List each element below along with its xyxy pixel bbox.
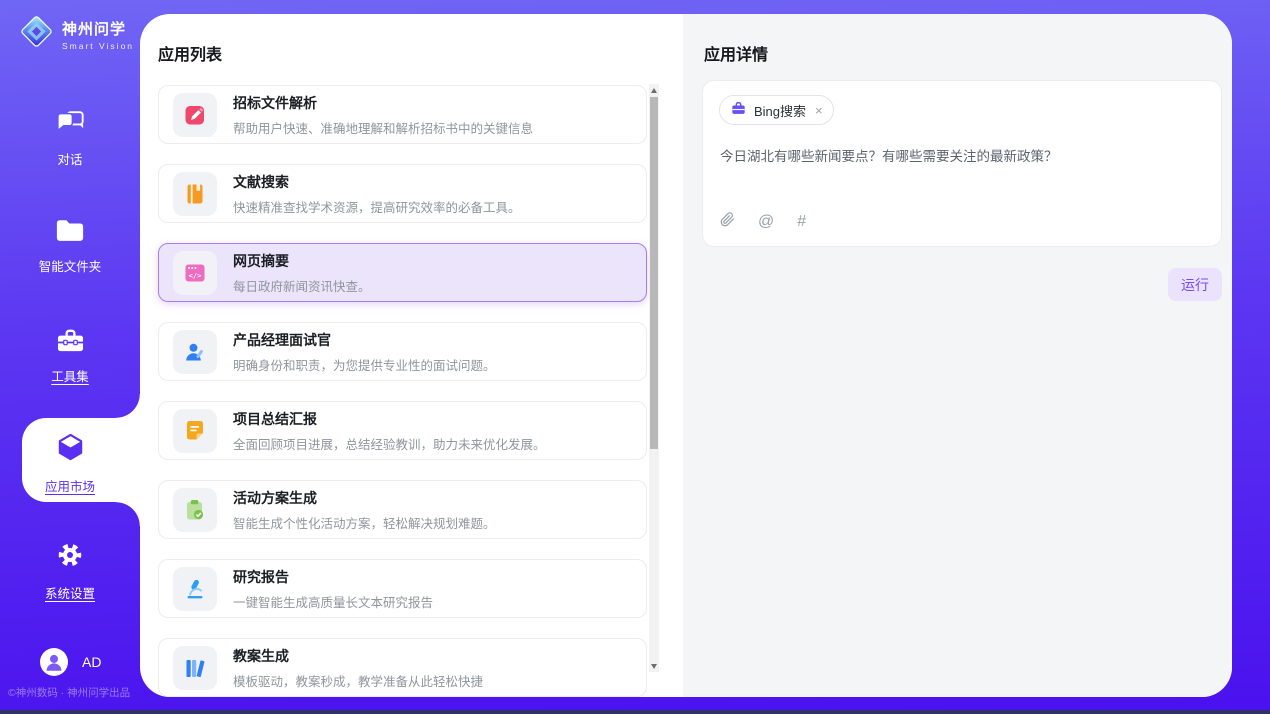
tab-fillet-top bbox=[116, 394, 140, 418]
edit-square-icon bbox=[173, 93, 217, 137]
diamond-logo-icon bbox=[18, 13, 55, 55]
app-list-scrollbar[interactable] bbox=[649, 84, 659, 672]
sidebar-item-label: 对话 bbox=[57, 149, 82, 168]
copyright-text: ©神州数码 · 神州问学出品 bbox=[8, 685, 130, 700]
sidebar-item-smart-folder[interactable]: 智能文件夹 bbox=[0, 218, 140, 275]
avatar bbox=[40, 648, 68, 676]
app-list-title: 应用列表 bbox=[158, 41, 222, 65]
app-card-desc: 明确身份和职责，为您提供专业性的面试问题。 bbox=[233, 355, 496, 374]
user-account[interactable]: AD bbox=[40, 648, 101, 676]
sidebar-item-label: 系统设置 bbox=[45, 583, 95, 602]
interviewer-icon bbox=[173, 330, 217, 374]
app-card-lesson-plan[interactable]: 教案生成 模板驱动，教案秒成，教学准备从此轻松快捷 bbox=[158, 638, 647, 697]
hash-icon[interactable]: # bbox=[797, 213, 806, 231]
sidebar-item-label: 应用市场 bbox=[45, 476, 95, 495]
cube-icon bbox=[55, 432, 86, 468]
run-button[interactable]: 运行 bbox=[1168, 268, 1222, 301]
app-card-title: 项目总结汇报 bbox=[233, 409, 546, 429]
user-initials: AD bbox=[82, 654, 101, 670]
app-card-project-summary[interactable]: 项目总结汇报 全面回顾项目进展，总结经验教训，助力未来优化发展。 bbox=[158, 401, 647, 460]
app-card-title: 研究报告 bbox=[233, 567, 433, 587]
sidebar-item-label: 智能文件夹 bbox=[39, 256, 102, 275]
tab-fillet-bottom bbox=[116, 502, 140, 526]
attachment-toolbar: @ # bbox=[720, 211, 806, 233]
app-card-desc: 每日政府新闻资讯快查。 bbox=[233, 276, 371, 295]
logo-subtitle: Smart Vision bbox=[62, 41, 134, 51]
app-logo: 神州问学 Smart Vision bbox=[18, 13, 134, 55]
app-detail-title: 应用详情 bbox=[704, 41, 768, 65]
gear-icon bbox=[55, 540, 85, 575]
app-card-title: 教案生成 bbox=[233, 646, 483, 666]
content-frame: 应用列表 招标文件解析 帮助用户快速、准确地理解和解析招标书中的关键信息 bbox=[140, 14, 1232, 697]
app-card-title: 网页摘要 bbox=[233, 251, 371, 271]
prompt-input-card[interactable]: Bing搜索 × 今日湖北有哪些新闻要点？有哪些需要关注的最新政策？ @ # bbox=[702, 80, 1222, 247]
sidebar: 神州问学 Smart Vision 对话 智能文件夹 bbox=[0, 0, 140, 710]
app-card-research-report[interactable]: 研究报告 一键智能生成高质量长文本研究报告 bbox=[158, 559, 647, 618]
toolbox-icon bbox=[55, 326, 86, 358]
app-card-desc: 一键智能生成高质量长文本研究报告 bbox=[233, 592, 433, 611]
tool-tag-label: Bing搜索 bbox=[754, 101, 806, 120]
app-card-event-plan[interactable]: 活动方案生成 智能生成个性化活动方案，轻松解决规划难题。 bbox=[158, 480, 647, 539]
app-card-title: 文献搜索 bbox=[233, 172, 521, 192]
sidebar-item-chat[interactable]: 对话 bbox=[0, 110, 140, 168]
prompt-text-input[interactable]: 今日湖北有哪些新闻要点？有哪些需要关注的最新政策？ bbox=[720, 147, 1205, 167]
app-card-title: 招标文件解析 bbox=[233, 93, 533, 113]
sidebar-item-label: 工具集 bbox=[51, 366, 89, 385]
svg-text:</>: </> bbox=[189, 272, 202, 280]
app-card-title: 活动方案生成 bbox=[233, 488, 496, 508]
app-card-literature-search[interactable]: 文献搜索 快速精准查找学术资源，提高研究效率的必备工具。 bbox=[158, 164, 647, 223]
app-card-pm-interviewer[interactable]: 产品经理面试官 明确身份和职责，为您提供专业性的面试问题。 bbox=[158, 322, 647, 381]
app-card-web-summary[interactable]: </> 网页摘要 每日政府新闻资讯快查。 bbox=[158, 243, 647, 302]
at-icon[interactable]: @ bbox=[758, 213, 774, 231]
app-card-title: 产品经理面试官 bbox=[233, 330, 496, 350]
paperclip-icon[interactable] bbox=[720, 211, 735, 233]
scroll-up-button[interactable] bbox=[649, 84, 659, 96]
research-icon bbox=[173, 567, 217, 611]
sidebar-item-app-market[interactable]: 应用市场 bbox=[0, 432, 140, 495]
tool-tag-bing-search[interactable]: Bing搜索 × bbox=[719, 95, 834, 125]
browser-code-icon: </> bbox=[173, 251, 217, 295]
app-window: 神州问学 Smart Vision 对话 智能文件夹 bbox=[0, 0, 1270, 714]
books-icon bbox=[173, 646, 217, 690]
app-card-desc: 模板驱动，教案秒成，教学准备从此轻松快捷 bbox=[233, 671, 483, 690]
arrow-down-icon bbox=[651, 664, 657, 669]
scroll-down-button[interactable] bbox=[649, 660, 659, 672]
close-icon[interactable]: × bbox=[815, 103, 823, 118]
logo-title: 神州问学 bbox=[62, 18, 134, 39]
chat-icon bbox=[56, 110, 85, 141]
app-list: 招标文件解析 帮助用户快速、准确地理解和解析招标书中的关键信息 文献搜索 快速精… bbox=[158, 85, 647, 697]
briefcase-icon bbox=[730, 100, 747, 121]
bottom-edge-bar bbox=[0, 710, 1270, 714]
sidebar-item-settings[interactable]: 系统设置 bbox=[0, 540, 140, 602]
arrow-up-icon bbox=[651, 88, 657, 93]
app-card-bid-analysis[interactable]: 招标文件解析 帮助用户快速、准确地理解和解析招标书中的关键信息 bbox=[158, 85, 647, 144]
app-card-desc: 帮助用户快速、准确地理解和解析招标书中的关键信息 bbox=[233, 118, 533, 137]
book-icon bbox=[173, 172, 217, 216]
clipboard-check-icon bbox=[173, 488, 217, 532]
app-card-desc: 全面回顾项目进展，总结经验教训，助力未来优化发展。 bbox=[233, 434, 546, 453]
app-card-desc: 快速精准查找学术资源，提高研究效率的必备工具。 bbox=[233, 197, 521, 216]
folder-icon bbox=[55, 218, 85, 248]
sidebar-item-toolset[interactable]: 工具集 bbox=[0, 326, 140, 385]
note-icon bbox=[173, 409, 217, 453]
scrollbar-thumb[interactable] bbox=[650, 97, 658, 449]
app-card-desc: 智能生成个性化活动方案，轻松解决规划难题。 bbox=[233, 513, 496, 532]
